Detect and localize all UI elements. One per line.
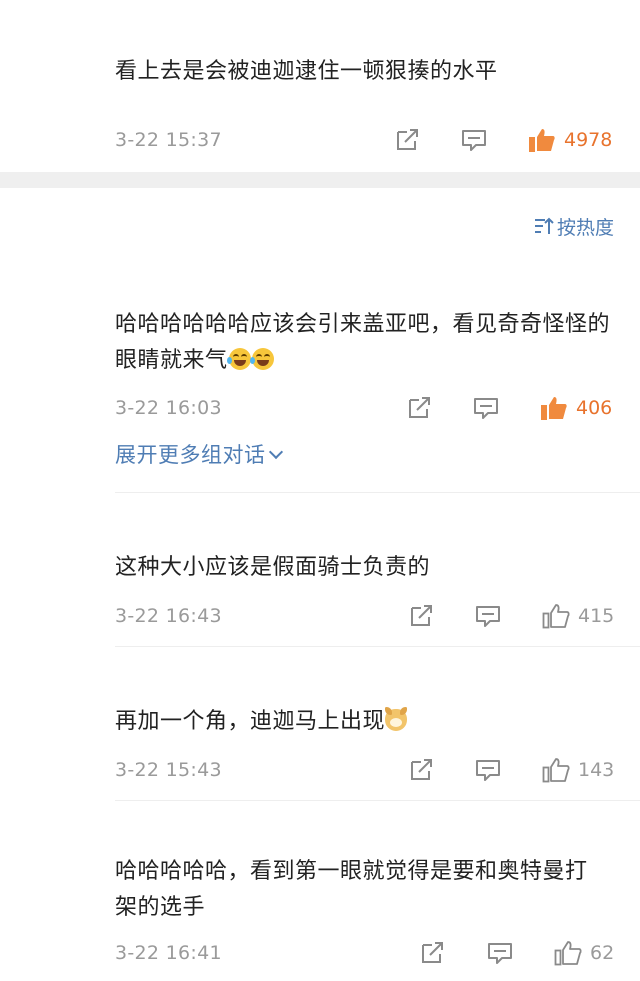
share-icon[interactable] [420,941,446,965]
divider [115,800,640,801]
comment-meta: 3-22 16:41 62 [0,939,640,967]
like-count: 62 [590,942,615,964]
comment-time: 3-22 16:43 [115,605,222,627]
thumbs-up-icon [541,397,567,420]
comment-text: 这种大小应该是假面骑士负责的 [115,555,431,580]
thumbs-up-icon [554,941,582,966]
comment-text: 看上去是会被迪迦逮住一顿狠揍的水平 [115,59,498,84]
share-icon[interactable] [395,128,421,152]
comment-meta: 3-22 16:03 406 [0,394,640,422]
sort-icon [534,217,554,234]
comment-text: 再加一个角，迪迦马上出现 [115,704,615,740]
comment-time: 3-22 15:37 [115,129,222,151]
comment-icon[interactable] [487,941,513,965]
like-count: 4978 [564,129,613,151]
like-button[interactable]: 62 [554,939,614,967]
share-icon[interactable] [409,604,435,628]
doge-emoji [385,707,408,731]
chevron-down-icon [268,444,283,460]
comment-icon[interactable] [473,396,499,420]
laugh-tears-emoji [249,348,274,370]
laugh-tears-emoji [226,348,251,370]
like-button[interactable]: 143 [542,756,614,784]
comment-time: 3-22 16:41 [115,942,222,964]
thumbs-up-icon [542,604,570,629]
like-button[interactable]: 4978 [528,126,612,154]
thumbs-up-icon [529,129,555,152]
comment-meta: 3-22 15:43 143 [0,756,640,784]
expand-conversation-link[interactable]: 展开更多组对话 [115,440,283,470]
share-icon[interactable] [407,396,433,420]
thumbs-up-icon [542,758,570,783]
comment-text: 哈哈哈哈哈哈应该会引来盖亚吧，看见奇奇怪怪的眼睛就来气 [115,312,611,373]
share-icon[interactable] [409,758,435,782]
like-count: 406 [576,397,613,419]
sort-label: 按热度 [556,216,614,239]
sort-toggle[interactable]: 按热度 [534,212,614,240]
like-count: 415 [578,605,615,627]
comment-feed: 看上去是会被迪迦逮住一顿狠揍的水平 3-22 15:37 4978 按热度 哈哈… [0,0,640,981]
like-count: 143 [578,759,615,781]
divider [115,492,640,493]
section-separator [0,172,640,188]
comment-icon[interactable] [475,758,501,782]
comment-time: 3-22 15:43 [115,759,222,781]
comment-text: 哈哈哈哈哈，看到第一眼就觉得是要和奥特曼打架的选手 [115,859,588,920]
like-button[interactable]: 406 [540,394,612,422]
comment-icon[interactable] [475,604,501,628]
comment-icon[interactable] [461,128,487,152]
comment-meta: 3-22 15:37 4978 [0,126,640,154]
comment-meta: 3-22 16:43 415 [0,602,640,630]
comment-time: 3-22 16:03 [115,397,222,419]
divider [115,646,640,647]
like-button[interactable]: 415 [542,602,614,630]
